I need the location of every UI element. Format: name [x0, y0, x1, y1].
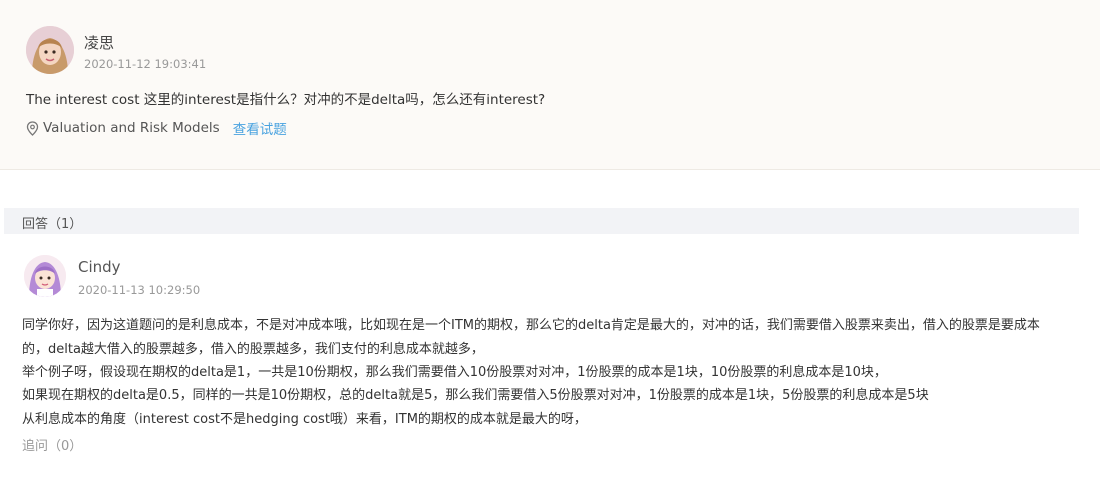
followup-button[interactable]: 追问（0）: [22, 435, 82, 454]
question-user-name: 凌思: [84, 34, 115, 52]
answerer-avatar[interactable]: [24, 255, 66, 297]
question-text: The interest cost 这里的interest是指什么？对冲的不是d…: [26, 92, 546, 108]
location-pin-icon: [26, 120, 39, 136]
user-avatar[interactable]: [26, 26, 74, 74]
view-question-link[interactable]: 查看试题: [233, 118, 287, 138]
answer-text-line: 如果现在期权的delta是0.5，同样的一共是10份期权，总的delta就是5，…: [22, 388, 929, 403]
answer-text-line: 的，delta越大借入的股票越多，借入的股票越多，我们支付的利息成本就越多，: [22, 342, 484, 357]
answer-text-line: 同学你好，因为这道题问的是利息成本，不是对冲成本哦，比如现在是一个ITM的期权，…: [22, 318, 1040, 333]
answers-header-bar: 回答（1）: [4, 208, 1079, 234]
question-tag-row: Valuation and Risk Models 查看试题: [26, 118, 287, 138]
answer-text-line: 从利息成本的角度（interest cost不是hedging cost哦）来看…: [22, 412, 587, 427]
question-card: 凌思 2020-11-12 19:03:41 The interest cost…: [0, 0, 1100, 170]
answer-timestamp: 2020-11-13 10:29:50: [78, 283, 201, 297]
answer-text-line: 举个例子呀，假设现在期权的delta是1，一共是10份期权，那么我们需要借入10…: [22, 365, 887, 380]
answerer-name: Cindy: [78, 258, 121, 276]
subject-tag: Valuation and Risk Models: [43, 120, 220, 136]
answers-count-label: 回答（1）: [22, 217, 83, 232]
question-timestamp: 2020-11-12 19:03:41: [84, 57, 207, 71]
